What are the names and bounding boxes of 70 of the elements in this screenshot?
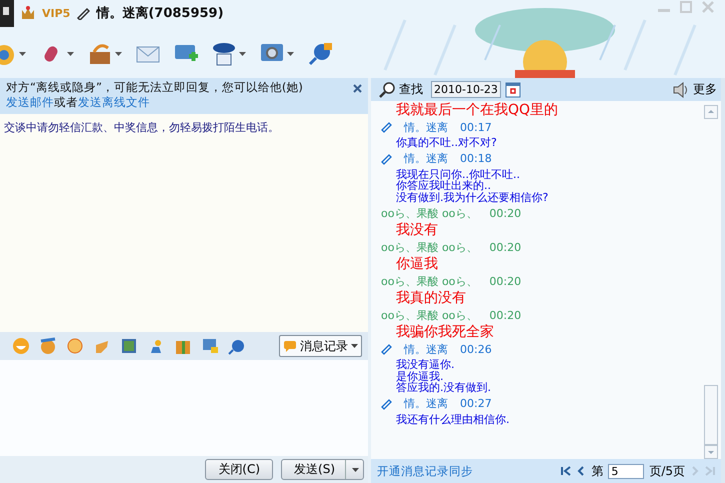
smiley-icon[interactable] [12, 337, 30, 355]
calendar-icon[interactable] [505, 82, 521, 98]
caret-icon[interactable] [115, 52, 122, 56]
chat-bubble-icon [283, 340, 297, 352]
dropdown-arrow[interactable] [345, 460, 359, 479]
pen-icon [381, 152, 392, 164]
message-input[interactable] [0, 360, 368, 456]
caret-icon[interactable] [19, 52, 26, 56]
previous-page-icon[interactable] [576, 466, 586, 476]
sender-name: 情。迷离 [404, 396, 448, 411]
caret-icon [351, 344, 358, 348]
message-text: 我真的没有 [395, 289, 467, 307]
message-text: 我骗你我死全家 [395, 323, 495, 341]
sender-name: 情。迷离 [404, 120, 448, 134]
message-time: 00:20 [489, 308, 522, 322]
message-text: 我现在只问你..你吐不吐.. 你答应我吐出来的.. 没有做到.我为什么还要相信你? [395, 166, 550, 205]
sender-name: ooら、果酸 ooら、 [381, 240, 478, 254]
more-button[interactable]: 更多 [693, 81, 717, 98]
pen-icon [381, 343, 392, 355]
image-icon[interactable] [120, 337, 138, 355]
scroll-thumb[interactable] [704, 385, 718, 445]
message-time: 00:20 [489, 240, 522, 254]
message-time: 00:18 [460, 152, 492, 165]
message-time: 00:20 [489, 206, 522, 220]
sender-name: 情。迷离 [404, 342, 448, 356]
send-file-link[interactable]: 发送离线文件 [78, 95, 150, 109]
caret-icon[interactable] [287, 52, 294, 56]
message-text: 我还有什么理由相信你. [395, 412, 510, 427]
scrollbar[interactable] [704, 105, 718, 459]
close-icon[interactable] [353, 84, 362, 93]
message-text: 你真的不吐..对不对? [395, 135, 498, 150]
history-button[interactable]: 消息记录 [279, 335, 362, 357]
search-label: 查找 [399, 81, 423, 98]
message-time: 00:27 [460, 397, 492, 410]
pen-icon [76, 6, 90, 20]
scroll-up-icon[interactable] [704, 105, 718, 119]
date-field[interactable]: 2010-10-23 [431, 81, 501, 98]
caret-icon[interactable] [239, 52, 246, 56]
page-field[interactable]: 5 [608, 464, 644, 478]
first-page-icon[interactable] [561, 466, 572, 476]
pen-icon [381, 121, 392, 133]
message-text: 你逼我 [395, 255, 439, 273]
message-text: 我没有逼你. 是你逼我. 答应我的.没有做到. [395, 357, 492, 396]
message-time: 00:26 [460, 342, 492, 356]
page-total: 页/5页 [649, 462, 685, 480]
caret-icon[interactable] [67, 52, 74, 56]
send-button[interactable]: 发送(S) [281, 459, 364, 480]
message-text: 我没有 [395, 221, 439, 239]
message-time: 00:17 [460, 120, 492, 134]
sender-name: ooら、果酸 ooら、 [381, 308, 478, 322]
notice-text: 对方“离线或隐身”，可能无法立即回复，您可以给他(她) 发送邮件或者发送离线文件 [6, 80, 304, 110]
crown-icon [20, 5, 36, 21]
search-icon[interactable] [379, 82, 395, 98]
message-time: 00:20 [489, 274, 522, 288]
avatar-icon [0, 0, 14, 27]
send-mail-link[interactable]: 发送邮件 [6, 95, 54, 109]
sender-name: ooら、果酸 ooら、 [381, 206, 478, 220]
close-button[interactable]: 关闭(C) [205, 459, 274, 480]
pen-icon [381, 398, 392, 410]
warning-text: 交谈中请勿轻信汇款、中奖信息，勿轻易拨打陌生电话。 [4, 120, 280, 135]
message-text: 我就最后一个在我QQ里的 [395, 101, 560, 119]
window-title: 情。迷离(7085959) [96, 4, 224, 22]
sync-link[interactable]: 开通消息记录同步 [377, 464, 473, 478]
speaker-icon[interactable] [673, 82, 689, 98]
screen-icon[interactable] [201, 337, 219, 355]
sender-name: ooら、果酸 ooら、 [381, 274, 478, 288]
vip-label: VIP5 [42, 6, 70, 20]
page-label: 第 [591, 462, 604, 480]
scroll-down-icon[interactable] [704, 445, 718, 459]
sender-name: 情。迷离 [404, 151, 448, 166]
